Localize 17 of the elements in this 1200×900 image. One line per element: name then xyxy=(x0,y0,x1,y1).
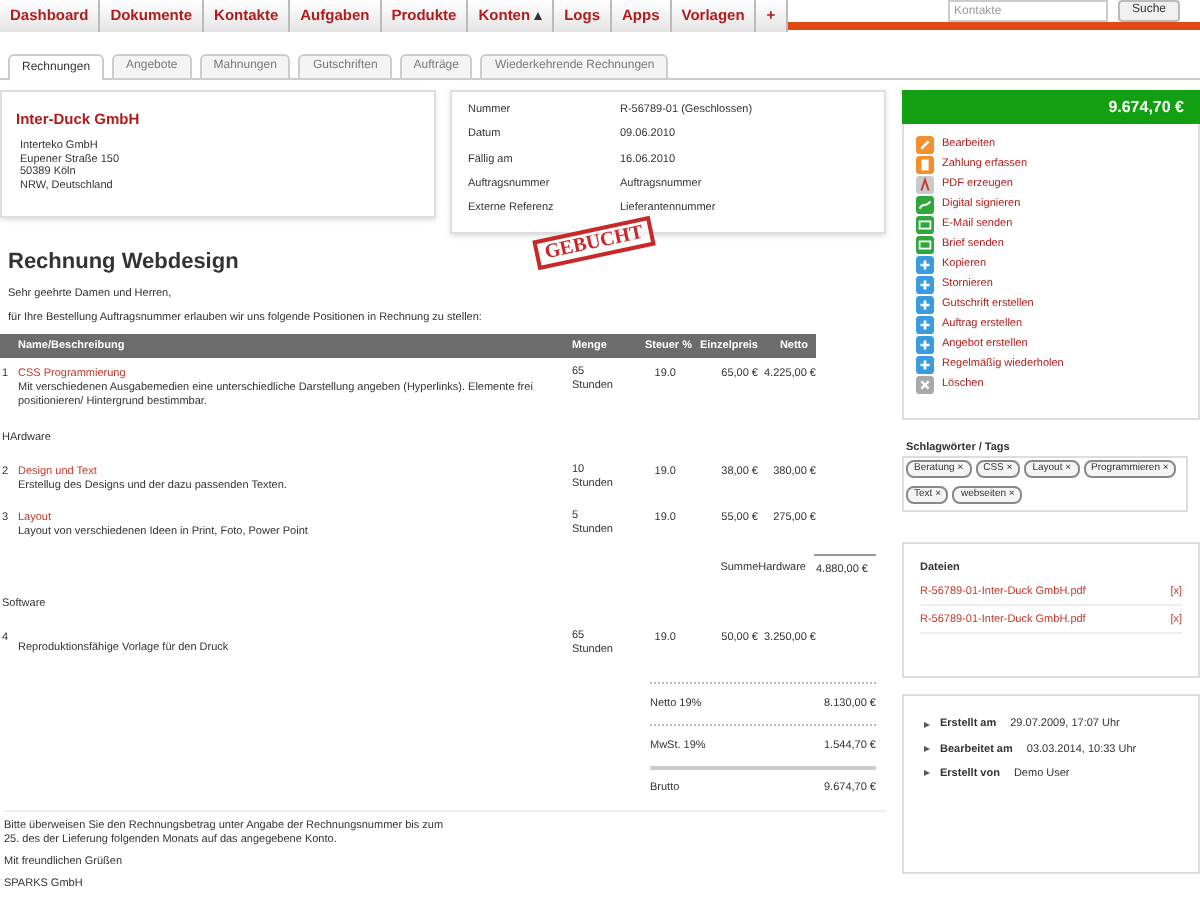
bullet-icon xyxy=(924,770,930,777)
plus-icon xyxy=(916,256,934,274)
plus-icon xyxy=(916,296,934,314)
total-banner: 9.674,70 € xyxy=(902,90,1200,124)
plus-icon xyxy=(916,276,934,294)
document-icon xyxy=(916,176,934,194)
pencil-icon xyxy=(916,136,934,154)
plus-icon xyxy=(916,336,934,354)
cross-icon xyxy=(916,376,934,394)
bullet-icon xyxy=(924,746,930,753)
bullet-icon xyxy=(924,721,930,728)
plus-icon xyxy=(916,356,934,374)
receipt-icon xyxy=(916,156,934,174)
booked-stamp: GEBUCHT xyxy=(532,215,656,271)
signature-icon xyxy=(916,196,934,214)
plus-icon xyxy=(916,316,934,334)
caret-icon xyxy=(534,12,543,20)
